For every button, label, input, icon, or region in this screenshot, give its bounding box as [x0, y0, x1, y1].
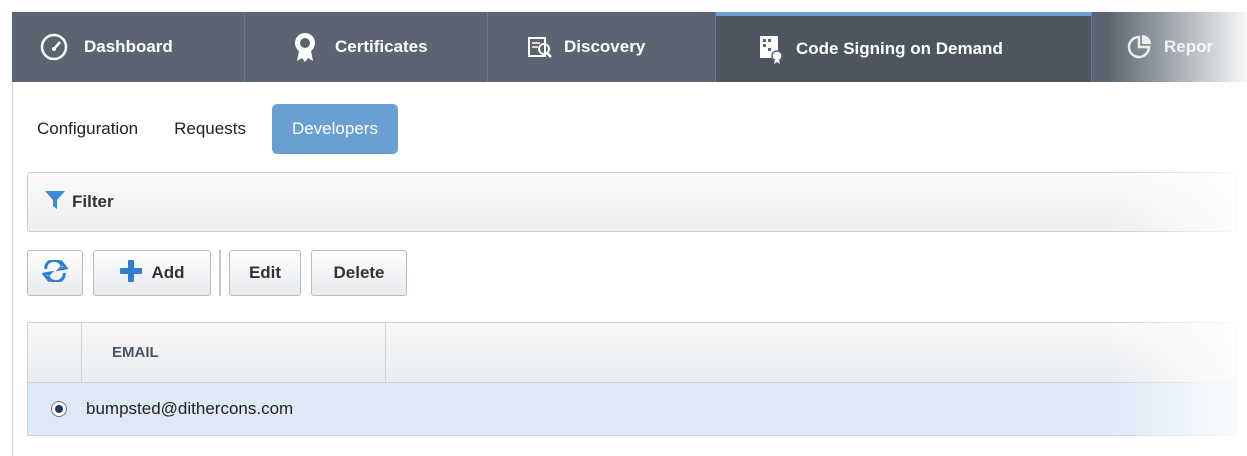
nav-tab-label: Dashboard: [84, 37, 173, 56]
tab-requests[interactable]: Requests: [156, 104, 264, 154]
refresh-button[interactable]: [27, 250, 83, 296]
refresh-icon: [41, 258, 69, 287]
nav-tab-label: Repor: [1164, 37, 1214, 56]
main-nav: Dashboard Certificates Discovery Code Si…: [12, 12, 1247, 82]
edit-button[interactable]: Edit: [229, 250, 301, 296]
table-row[interactable]: bumpsted@dithercons.com: [28, 383, 1236, 435]
add-button[interactable]: Add: [93, 250, 211, 296]
column-header-email[interactable]: EMAIL: [82, 323, 386, 382]
tab-configuration[interactable]: Configuration: [37, 104, 156, 154]
nav-tab-code-signing[interactable]: Code Signing on Demand: [716, 12, 1092, 82]
add-button-label: Add: [151, 263, 185, 282]
nav-tab-dashboard[interactable]: Dashboard: [12, 12, 245, 82]
row-email: bumpsted@dithercons.com: [86, 399, 294, 418]
discovery-icon: [526, 27, 554, 67]
nav-tab-certificates[interactable]: Certificates: [245, 12, 488, 82]
plus-icon: [119, 259, 143, 288]
dashboard-gauge-icon: [34, 27, 74, 67]
code-signing-icon: [756, 29, 786, 69]
tab-developers[interactable]: Developers: [271, 104, 398, 154]
filter-label: Filter: [72, 192, 114, 211]
nav-tab-discovery[interactable]: Discovery: [488, 12, 716, 82]
table-header: EMAIL: [28, 323, 1236, 383]
content-area: Configuration Requests Developers Filter…: [12, 82, 1247, 456]
sub-tabs: Configuration Requests Developers: [37, 104, 398, 154]
certificate-award-icon: [285, 27, 325, 67]
nav-tab-label: Discovery: [564, 37, 646, 56]
reports-pie-icon: [1124, 27, 1154, 67]
delete-button[interactable]: Delete: [311, 250, 407, 296]
toolbar: Add Edit Delete: [27, 250, 417, 296]
select-column-header: [28, 323, 82, 382]
nav-tab-label: Code Signing on Demand: [796, 39, 1003, 58]
nav-tab-reports[interactable]: Repor: [1092, 12, 1247, 82]
toolbar-separator: [219, 250, 221, 296]
filter-funnel-icon: [44, 189, 66, 216]
nav-tab-label: Certificates: [335, 37, 428, 56]
developers-table: EMAIL bumpsted@dithercons.com: [27, 322, 1237, 436]
row-radio-button[interactable]: [51, 401, 67, 417]
filter-bar[interactable]: Filter: [27, 172, 1237, 232]
